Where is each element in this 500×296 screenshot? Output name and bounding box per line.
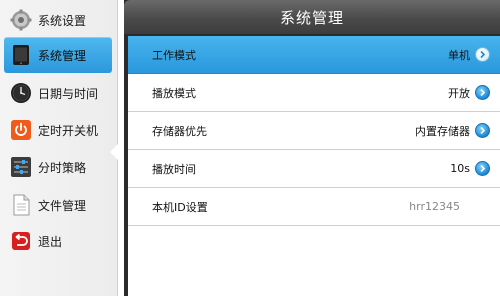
setting-value: 内置存储器 [415,124,470,138]
page-title: 系统管理 [279,8,344,27]
sidebar-item-time-strategy[interactable]: 分时策略 [4,149,112,185]
setting-value: 单机 [448,48,470,62]
sidebar-item-date-time[interactable]: 日期与时间 [4,75,112,111]
sidebar-item-label: 文件管理 [38,198,87,213]
setting-label: 播放时间 [152,162,196,176]
chevron-right-icon[interactable] [475,123,490,138]
setting-value: 开放 [448,86,470,100]
chevron-right-icon[interactable] [475,47,490,62]
panel-title-bar: 系统管理 [124,0,500,34]
active-item-pointer [110,142,120,162]
setting-row-storage-priority[interactable]: 存储器优先 内置存储器 [128,112,500,150]
sliders-icon [10,156,32,178]
sidebar-item-system-management[interactable]: 系统管理 [4,37,112,73]
chevron-right-icon[interactable] [475,85,490,100]
settings-list: 工作模式 单机 播放模式 开放 存储器优先 内置存储器 播放时间 10s 本机I… [128,36,500,296]
sidebar-item-exit[interactable]: 退出 [4,223,112,259]
sidebar-item-label: 系统管理 [38,48,87,63]
settings-panel: 系统管理 工作模式 单机 播放模式 开放 存储器优先 内置存储器 播放时间 10… [124,0,500,296]
clock-icon [10,82,32,104]
exit-icon [10,230,32,252]
setting-value: 10s [450,162,470,175]
setting-row-device-id[interactable]: 本机ID设置 hrr12345 [128,188,500,226]
setting-label: 播放模式 [152,86,196,100]
sidebar-item-label: 退出 [38,234,63,249]
sidebar-item-scheduled-power[interactable]: 定时开关机 [4,112,112,148]
sidebar-item-file-management[interactable]: 文件管理 [4,187,112,223]
setting-row-play-mode[interactable]: 播放模式 开放 [128,74,500,112]
setting-label: 本机ID设置 [152,200,208,214]
sidebar-item-label: 分时策略 [38,160,87,175]
setting-label: 存储器优先 [152,124,207,138]
sidebar-item-label: 日期与时间 [38,86,99,101]
sidebar: 系统设置 系统管理 日期与时间 定时开关机 分时策略 文件管理 退出 [0,0,118,296]
sidebar-item-label: 定时开关机 [38,123,99,138]
document-icon [10,194,32,216]
setting-label: 工作模式 [152,48,196,62]
tablet-icon [10,44,32,66]
setting-row-work-mode[interactable]: 工作模式 单机 [128,36,500,74]
device-id-value[interactable]: hrr12345 [409,200,460,213]
chevron-right-icon[interactable] [475,161,490,176]
sidebar-item-system-settings[interactable]: 系统设置 [4,2,112,38]
sidebar-item-label: 系统设置 [38,13,87,28]
power-icon [10,119,32,141]
gear-icon [10,9,32,31]
setting-row-play-time[interactable]: 播放时间 10s [128,150,500,188]
